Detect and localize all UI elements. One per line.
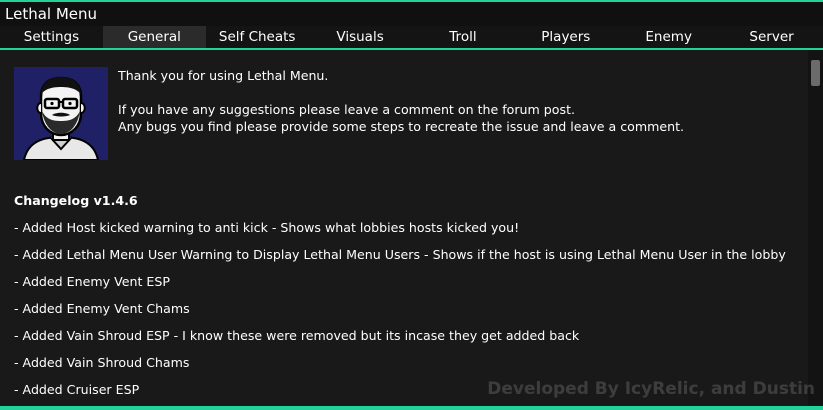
changelog-item: - Added Lethal Menu User Warning to Disp…: [14, 247, 786, 262]
changelog-item: - Added Vain Shroud Chams: [14, 355, 190, 370]
tab-bar: Settings General Self Cheats Visuals Tro…: [0, 26, 823, 48]
changelog-item: - Added Enemy Vent ESP: [14, 274, 170, 289]
avatar-icon: [14, 67, 108, 160]
developer-watermark: Developed By IcyRelic, and Dustin: [487, 379, 815, 399]
intro-line-suggestions: If you have any suggestions please leave…: [118, 102, 576, 117]
avatar-portrait: [14, 67, 108, 160]
changelog-item: - Added Vain Shroud ESP - I know these w…: [14, 328, 580, 343]
tab-visuals[interactable]: Visuals: [309, 26, 412, 48]
general-content-panel: Thank you for using Lethal Menu. If you …: [0, 50, 808, 406]
lethal-menu-window: Lethal Menu Settings General Self Cheats…: [0, 0, 823, 410]
tab-players[interactable]: Players: [514, 26, 617, 48]
scrollbar-thumb[interactable]: [811, 60, 820, 86]
intro-line-bugs: Any bugs you find please provide some st…: [118, 119, 685, 134]
vertical-scrollbar[interactable]: [808, 50, 823, 406]
changelog-item: - Added Host kicked warning to anti kick…: [14, 220, 520, 235]
changelog-title: Changelog v1.4.6: [14, 193, 138, 208]
intro-text: Thank you for using Lethal Menu. If you …: [118, 67, 684, 135]
bottom-accent-line: [0, 406, 823, 410]
tab-troll[interactable]: Troll: [412, 26, 515, 48]
window-title: Lethal Menu: [5, 5, 98, 23]
tab-self-cheats[interactable]: Self Cheats: [206, 26, 309, 48]
intro-line-thanks: Thank you for using Lethal Menu.: [118, 68, 329, 83]
tab-settings[interactable]: Settings: [0, 26, 103, 48]
changelog-item: - Added Enemy Vent Chams: [14, 301, 190, 316]
tab-enemy[interactable]: Enemy: [617, 26, 720, 48]
title-bar[interactable]: Lethal Menu: [0, 2, 823, 26]
tab-server[interactable]: Server: [720, 26, 823, 48]
tab-general[interactable]: General: [102, 26, 206, 48]
